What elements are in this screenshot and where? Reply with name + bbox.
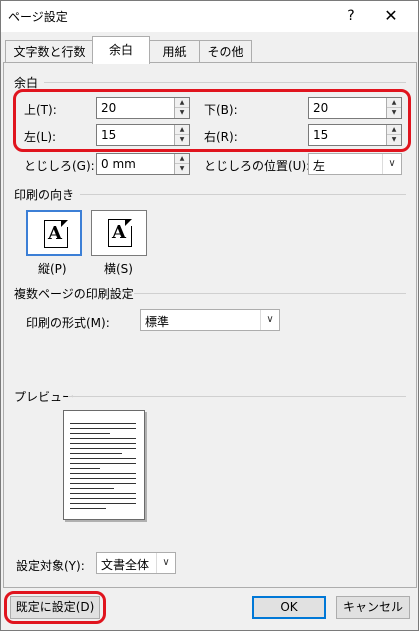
- spin-down-icon[interactable]: ▼: [387, 108, 401, 118]
- spin-down-icon[interactable]: ▼: [175, 135, 189, 145]
- chevron-down-icon: ∨: [260, 310, 279, 330]
- section-margins-label: 余白: [14, 76, 39, 90]
- divider: [44, 82, 406, 83]
- gutter-input[interactable]: 0 mm ▲ ▼: [96, 153, 190, 175]
- right-margin-label: 右(R):: [204, 130, 238, 144]
- landscape-label: 横(S): [104, 262, 133, 276]
- gutter-position-select[interactable]: 左 ∨: [308, 153, 402, 175]
- chevron-down-icon: ∨: [156, 553, 175, 573]
- spinner-buttons: ▲ ▼: [174, 154, 189, 174]
- tab-chars-lines[interactable]: 文字数と行数: [5, 40, 94, 63]
- spinner-buttons: ▲ ▼: [386, 98, 401, 118]
- bottom-margin-label: 下(B):: [204, 103, 238, 117]
- top-margin-value: 20: [101, 101, 117, 115]
- icon-letter: A: [48, 223, 62, 244]
- section-orientation-label: 印刷の向き: [14, 188, 75, 202]
- tab-other[interactable]: その他: [199, 40, 252, 63]
- gutter-position-value: 左: [313, 159, 326, 173]
- print-format-label: 印刷の形式(M):: [26, 316, 110, 330]
- print-format-select[interactable]: 標準 ∨: [140, 309, 280, 331]
- gutter-value: 0 mm: [101, 157, 136, 171]
- left-margin-value: 15: [101, 128, 117, 142]
- spin-up-icon[interactable]: ▲: [175, 125, 189, 135]
- ok-button[interactable]: OK: [252, 596, 326, 619]
- print-format-value: 標準: [145, 315, 170, 329]
- gutter-position-label: とじしろの位置(U):: [204, 159, 311, 173]
- section-pages-label: 複数ページの印刷設定: [14, 287, 134, 301]
- set-default-button[interactable]: 既定に設定(D): [10, 596, 100, 619]
- left-margin-label: 左(L):: [24, 130, 57, 144]
- apply-to-label: 設定対象(Y):: [16, 559, 85, 573]
- page-landscape-icon: A: [108, 219, 132, 247]
- spinner-buttons: ▲ ▼: [174, 98, 189, 118]
- divider: [68, 396, 406, 397]
- spinner-buttons: ▲ ▼: [174, 125, 189, 145]
- top-margin-label: 上(T):: [24, 103, 57, 117]
- tab-paper[interactable]: 用紙: [148, 40, 201, 63]
- window-title: ページ設定: [8, 10, 68, 24]
- spin-up-icon[interactable]: ▲: [387, 98, 401, 108]
- left-margin-input[interactable]: 15 ▲ ▼: [96, 124, 190, 146]
- spinner-buttons: ▲ ▼: [386, 125, 401, 145]
- top-margin-input[interactable]: 20 ▲ ▼: [96, 97, 190, 119]
- divider: [134, 293, 406, 294]
- divider: [80, 194, 406, 195]
- section-preview-label: プレビュー: [14, 390, 75, 404]
- spin-up-icon[interactable]: ▲: [175, 98, 189, 108]
- tab-margins[interactable]: 余白: [92, 36, 150, 64]
- right-margin-value: 15: [313, 128, 329, 142]
- spin-up-icon[interactable]: ▲: [175, 154, 189, 164]
- close-button[interactable]: ✕: [380, 5, 402, 27]
- spin-down-icon[interactable]: ▼: [175, 108, 189, 118]
- apply-to-select[interactable]: 文書全体 ∨: [96, 552, 176, 574]
- icon-letter: A: [112, 222, 126, 243]
- page-portrait-icon: A: [44, 220, 68, 248]
- page-preview: [63, 410, 145, 520]
- apply-to-value: 文書全体: [101, 558, 150, 572]
- right-margin-input[interactable]: 15 ▲ ▼: [308, 124, 402, 146]
- portrait-label: 縦(P): [38, 262, 67, 276]
- bottom-margin-input[interactable]: 20 ▲ ▼: [308, 97, 402, 119]
- gutter-label: とじしろ(G):: [24, 159, 95, 173]
- portrait-button[interactable]: A: [26, 210, 82, 256]
- chevron-down-icon: ∨: [382, 154, 401, 174]
- cancel-button[interactable]: キャンセル: [336, 596, 410, 619]
- help-button[interactable]: ?: [340, 5, 362, 27]
- bottom-margin-value: 20: [313, 101, 329, 115]
- spin-down-icon[interactable]: ▼: [387, 135, 401, 145]
- landscape-button[interactable]: A: [91, 210, 147, 256]
- spin-up-icon[interactable]: ▲: [387, 125, 401, 135]
- spin-down-icon[interactable]: ▼: [175, 164, 189, 174]
